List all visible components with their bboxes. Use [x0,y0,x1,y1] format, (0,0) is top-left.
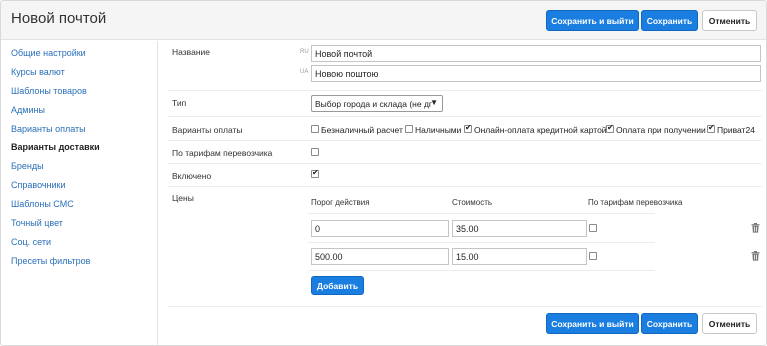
type-select[interactable]: Выбор города и склада (не дг ▼ [311,95,443,112]
sidebar-item-brands[interactable]: Бренды [11,161,44,171]
sidebar-item-admins[interactable]: Админы [11,105,45,115]
prices-col-cost: Стоимость [452,198,493,207]
sidebar-item-references[interactable]: Справочники [11,180,66,190]
row-divider [168,116,762,117]
payment-cash-checkbox[interactable] [405,125,413,133]
enabled-label: Включено [172,171,212,181]
payment-options-label: Варианты оплаты [172,125,243,135]
footer-save-button[interactable]: Сохранить [641,313,698,334]
payment-privat24-label: Приват24 [717,125,755,135]
payment-on-delivery-checkbox[interactable] [606,123,614,133]
payment-online-card-label: Онлайн-оплата кредитной картой [474,125,607,135]
row-divider [168,186,762,187]
payment-on-delivery-label: Оплата при получении [616,125,706,135]
price-threshold-input[interactable]: 0 [311,220,449,237]
enabled-checkbox[interactable] [311,168,319,178]
type-label: Тип [172,98,187,108]
sidebar-item-payment[interactable]: Варианты оплаты [11,124,86,134]
add-price-button[interactable]: Добавить [311,276,364,295]
row-divider [168,90,762,91]
page-header: Новой почтой Сохранить и выйти Сохранить… [1,1,766,40]
payment-cashless-checkbox[interactable] [311,125,319,133]
lang-tag-ru: RU [300,49,309,55]
prices-col-threshold: Порог действия [311,198,370,207]
delivery-form: Название RU Новой почтой UA Новою поштою… [158,41,766,345]
lang-tag-ua: UA [300,69,309,75]
price-carrier-checkbox[interactable] [589,252,597,260]
row-divider [168,163,762,164]
type-select-value: Выбор города и склада (не дг [315,98,433,109]
footer-save-and-exit-button[interactable]: Сохранить и выйти [546,313,639,334]
price-threshold-input[interactable]: 500.00 [311,248,449,265]
prices-label: Цены [172,193,194,203]
prices-divider [308,270,655,271]
page-title: Новой почтой [11,10,107,27]
payment-cash-label: Наличными [415,125,462,135]
delete-row-trash-icon[interactable] [751,223,760,233]
payment-cashless-label: Безналичный расчет [321,125,403,135]
cancel-button[interactable]: Отменить [702,10,757,31]
row-divider [168,306,762,307]
save-and-exit-button[interactable]: Сохранить и выйти [546,10,639,31]
name-ua-input[interactable]: Новою поштою [311,65,761,82]
app-frame: Новой почтой Сохранить и выйти Сохранить… [0,0,767,346]
payment-online-card-checkbox[interactable] [464,123,472,133]
prices-divider [308,242,655,243]
carrier-tariff-checkbox[interactable] [311,148,319,156]
prices-divider [308,213,655,214]
sidebar-item-delivery[interactable]: Варианты доставки [11,142,100,152]
save-button[interactable]: Сохранить [641,10,698,31]
name-ru-input[interactable]: Новой почтой [311,45,761,62]
footer-cancel-button[interactable]: Отменить [702,313,757,334]
name-label: Название [172,47,210,57]
dropdown-arrow-icon: ▼ [430,98,438,107]
price-cost-input[interactable]: 15.00 [452,248,587,265]
sidebar-item-general[interactable]: Общие настройки [11,48,86,58]
settings-sidebar: Общие настройки Курсы валют Шаблоны това… [1,41,158,345]
sidebar-item-exact-color[interactable]: Точный цвет [11,218,63,228]
sidebar-item-sms-templates[interactable]: Шаблоны СМС [11,199,74,209]
payment-privat24-checkbox[interactable] [707,123,715,133]
sidebar-item-currency[interactable]: Курсы валют [11,67,65,77]
sidebar-item-social[interactable]: Соц. сети [11,237,51,247]
sidebar-item-filter-presets[interactable]: Пресеты фильтров [11,256,90,266]
prices-col-carrier: По тарифам перевозчика [588,198,683,207]
price-cost-input[interactable]: 35.00 [452,220,587,237]
carrier-tariff-label: По тарифам перевозчика [172,148,273,158]
price-carrier-checkbox[interactable] [589,224,597,232]
delete-row-trash-icon[interactable] [751,251,760,261]
row-divider [168,140,762,141]
sidebar-item-product-templates[interactable]: Шаблоны товаров [11,86,87,96]
